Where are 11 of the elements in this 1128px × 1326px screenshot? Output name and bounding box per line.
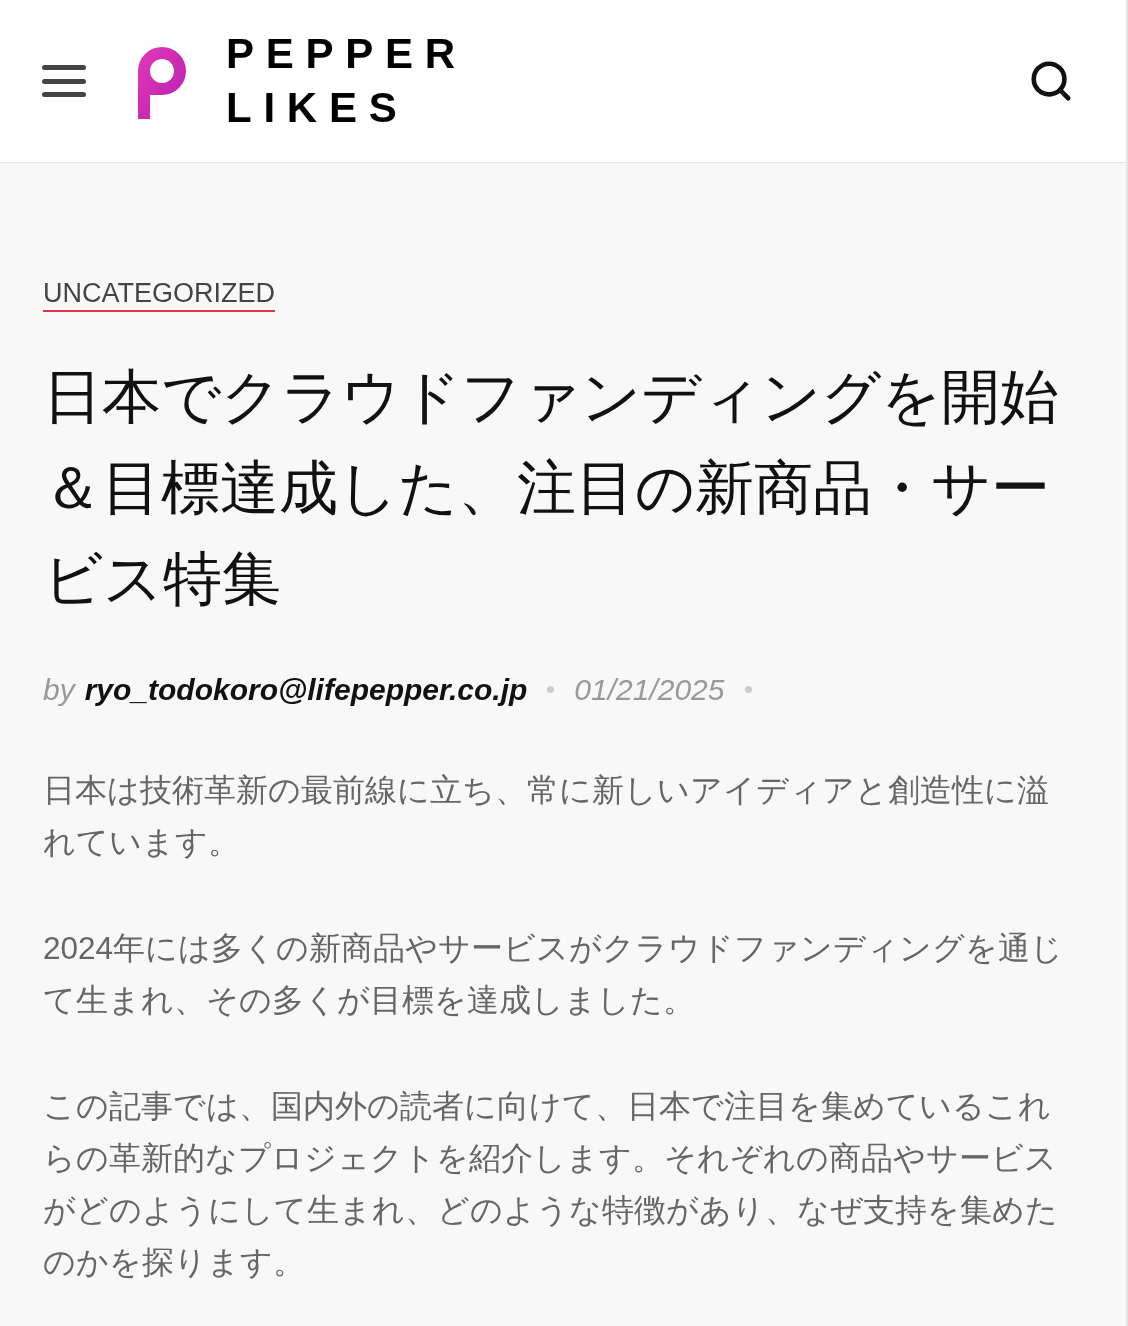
article-paragraph: この記事では、国内外の読者に向けて、日本で注目を集めているこれらの革新的なプロジェクトを紹介します。それぞれの商品やサービスがどのようにして生まれ、どのような特徴があり、なぜ支持を集めたのかを探ります。 [43, 1087, 1059, 1282]
author-link[interactable]: ryo_todokoro@lifepepper.co.jp [84, 667, 528, 712]
article-title: 日本でクラウドファンディングを開始＆目標達成した、注目の新商品・サービス特集 [43, 363, 1060, 614]
category-link[interactable]: UNCATEGORIZED [43, 277, 275, 312]
search-button[interactable] [1028, 58, 1074, 104]
article-paragraph: 日本は技術革新の最前線に立ち、常に新しいアイディアと創造性に溢れています。 [43, 771, 1050, 862]
post-date: 01/21/2025 [574, 672, 725, 708]
brand-name[interactable]: PEPPER LIKES [226, 27, 467, 135]
article-paragraph: 2024年には多くの新商品やサービスがクラウドファンディングを通じて生まれ、その多くが目標を達成しました。 [43, 929, 1065, 1020]
byline-prefix: by [43, 672, 75, 708]
menu-button[interactable] [42, 63, 86, 99]
